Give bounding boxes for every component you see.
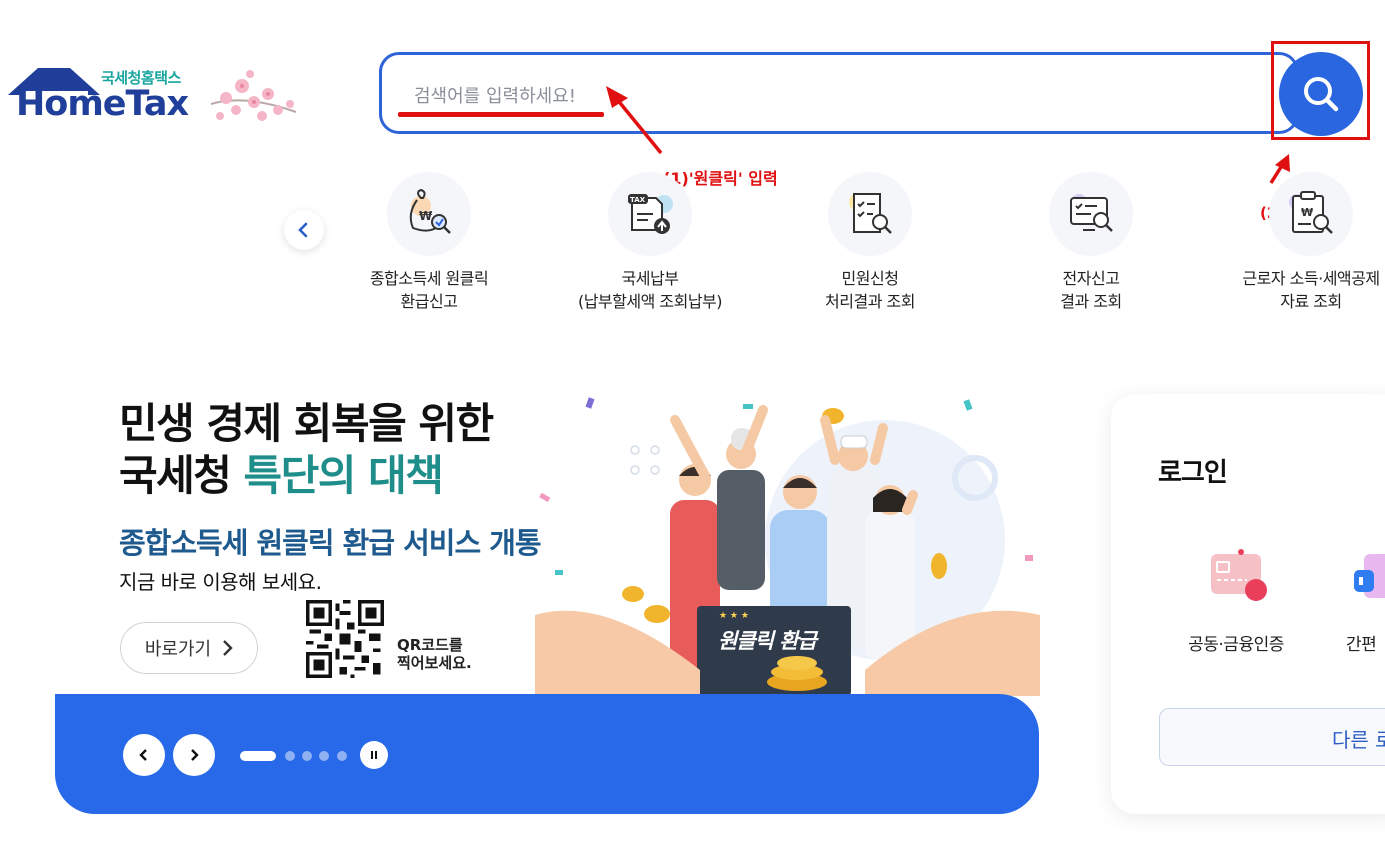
- svg-text:TAX: TAX: [630, 196, 646, 204]
- qr-caption-line2: 찍어보세요.: [397, 654, 472, 672]
- login-option-certificate[interactable]: 공동·금융인증: [1171, 546, 1301, 655]
- banner-pause-button[interactable]: [360, 741, 388, 769]
- chevron-left-icon: [298, 222, 308, 238]
- quick-menu-label: 민원신청: [841, 269, 899, 288]
- banner-go-label: 바로가기: [144, 639, 212, 660]
- svg-text:₩: ₩: [1301, 206, 1313, 219]
- banner-description: 지금 바로 이용해 보세요.: [119, 570, 322, 594]
- banner-sign-text: 원클릭 환급: [718, 629, 817, 653]
- slide-indicator[interactable]: [302, 751, 312, 761]
- qr-caption: QR코드를 찍어보세요.: [397, 636, 472, 672]
- quick-menu-label: (납부할세액 조회납부): [577, 292, 723, 311]
- main-banner[interactable]: 민생 경제 회복을 위한 국세청 특단의 대책 종합소득세 원클릭 환급 서비스…: [55, 380, 1040, 696]
- checklist-search-icon: [828, 172, 912, 256]
- annotation-underline: [398, 112, 604, 117]
- banner-go-button[interactable]: 바로가기: [120, 622, 258, 674]
- tax-document-upload-icon: TAX: [608, 172, 692, 256]
- quick-menu-label: 전자신고: [1062, 269, 1120, 288]
- simple-auth-icon: [1354, 554, 1385, 598]
- monitor-search-icon: [1049, 172, 1133, 256]
- quick-menu-label: 환급신고: [400, 292, 458, 311]
- quick-menu-label: 국세납부: [621, 269, 679, 288]
- other-login-button[interactable]: 다른 로: [1159, 708, 1385, 766]
- chevron-right-icon: [191, 749, 199, 761]
- chevron-left-icon: [139, 749, 147, 761]
- quick-menu-item-income-tax-refund[interactable]: ₩ 종합소득세 원클릭환급신고: [319, 172, 539, 313]
- banner-title-highlight: 특단의 대책: [243, 451, 444, 500]
- search-box: [379, 52, 1299, 134]
- cherry-blossom-icon: [210, 70, 297, 121]
- qr-caption-line1: QR코드를: [397, 636, 463, 654]
- banner-title: 민생 경제 회복을 위한 국세청 특단의 대책: [119, 398, 494, 502]
- banner-next-button[interactable]: [173, 734, 215, 776]
- slide-indicator[interactable]: [285, 751, 295, 761]
- chevron-right-icon: [223, 640, 233, 656]
- svg-text:★ ★ ★: ★ ★ ★: [719, 611, 749, 621]
- quick-menu-item-e-filing-result[interactable]: 전자신고결과 조회: [981, 172, 1201, 313]
- slide-indicator-active[interactable]: [240, 751, 276, 761]
- money-bag-search-icon: ₩: [387, 172, 471, 256]
- login-title: 로그인: [1158, 458, 1228, 488]
- banner-title-line1: 민생 경제 회복을 위한: [119, 399, 494, 448]
- login-option-certificate-label: 공동·금융인증: [1188, 635, 1284, 655]
- slide-indicator[interactable]: [337, 751, 347, 761]
- banner-prev-button[interactable]: [123, 734, 165, 776]
- quick-menu-label: 종합소득세 원클릭: [369, 269, 489, 288]
- other-login-label: 다른 로: [1332, 728, 1385, 752]
- logo-title: HomeTax: [16, 84, 189, 124]
- clipboard-won-search-icon: ₩: [1269, 172, 1353, 256]
- quick-menu-item-worker-deduction[interactable]: ₩ 근로자 소득·세액공제자료 조회: [1201, 172, 1385, 313]
- certificate-card-icon: [1211, 549, 1267, 601]
- pause-icon: [371, 751, 377, 759]
- svg-text:₩: ₩: [419, 209, 433, 223]
- login-option-simple[interactable]: 간편: [1346, 546, 1385, 655]
- qr-code-image: [306, 600, 384, 678]
- login-card: 로그인 공동·금융인증 간편 다른 로: [1111, 394, 1385, 814]
- quick-menu-item-civil-petition[interactable]: 민원신청처리결과 조회: [760, 172, 980, 313]
- banner-subtitle: 종합소득세 원클릭 환급 서비스 개통: [119, 526, 542, 560]
- hometax-logo[interactable]: 국세청홈택스 HomeTax: [6, 62, 301, 132]
- banner-title-line2a: 국세청: [119, 451, 244, 500]
- quick-menu-label: 자료 조회: [1280, 292, 1342, 311]
- search-input[interactable]: [412, 75, 1116, 117]
- quick-menu-label: 처리결과 조회: [825, 292, 915, 311]
- quick-menu-prev-button[interactable]: [284, 210, 324, 250]
- quick-menu-label: 근로자 소득·세액공제: [1242, 269, 1380, 288]
- login-option-simple-label: 간편: [1346, 635, 1377, 655]
- annotation-highlight-box: [1271, 41, 1370, 140]
- slide-indicator[interactable]: [319, 751, 329, 761]
- quick-menu-label: 결과 조회: [1060, 292, 1122, 311]
- banner-control-bar: [55, 694, 1039, 814]
- quick-menu-item-tax-payment[interactable]: TAX 국세납부 (납부할세액 조회납부): [540, 172, 760, 313]
